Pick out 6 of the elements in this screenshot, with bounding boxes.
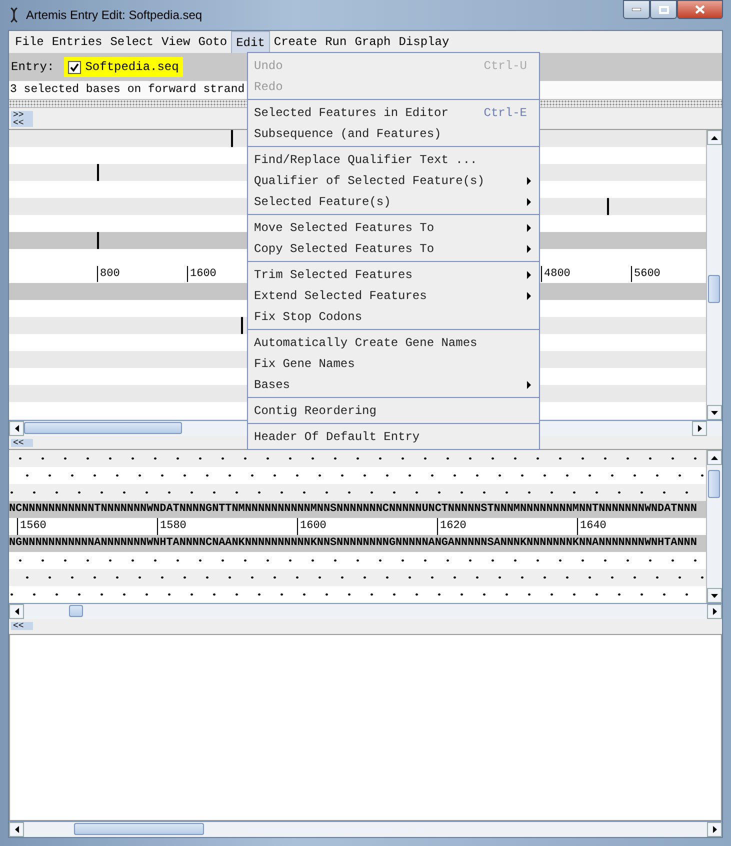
ruler-label: 4800 (541, 266, 631, 282)
ruler-label: 800 (97, 266, 187, 282)
entry-label: Entry: (11, 60, 54, 74)
reverse-sequence: NGNNNNNNNNNNNANNNNNNNWNHTANNNNCNAANKNNNNNNNNNNKNNSNNNNNNNNGNNNNNANGANNNNNSANNNKNNNNNNNKNNANNNNNNNWNHTANNN (9, 535, 706, 552)
window-title: Artemis Entry Edit: Softpedia.seq (26, 8, 202, 22)
forward-sequence: NCNNNNNNNNNNNTNNNNNNNWNDATNNNNGNTTNMNNNNNNNNNNMNNSNNNNNNNCNNNNNUNCTNNNNNSTNNNMNNNNNNNNMNNTNNNNNNNWNDATNNN (9, 501, 706, 518)
